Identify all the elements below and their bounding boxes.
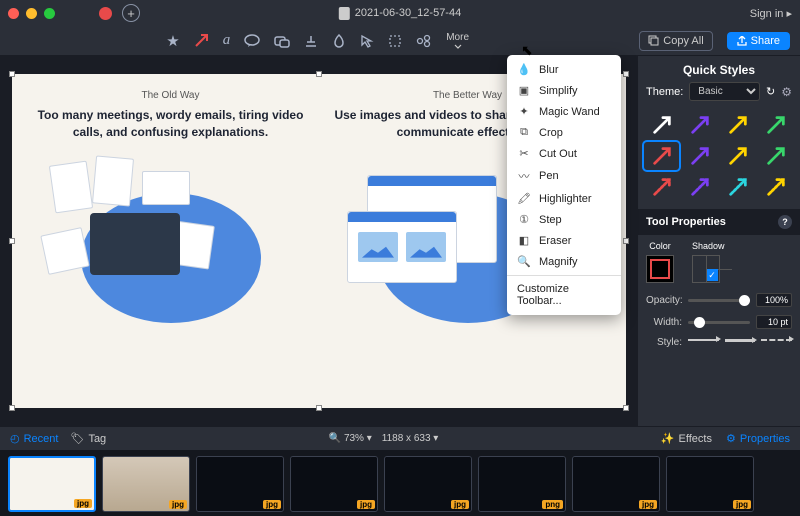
quick-style-swatch[interactable] (644, 111, 679, 139)
resize-handle[interactable] (316, 405, 322, 411)
arrow-tool-icon[interactable] (194, 33, 209, 48)
dropdown-item-pen[interactable]: 〰Pen (507, 164, 621, 188)
dropdown-item-magic-wand[interactable]: ✦Magic Wand (507, 101, 621, 122)
share-tool-icon[interactable] (416, 34, 432, 48)
quick-style-swatch[interactable] (721, 142, 756, 170)
tray-thumbnail[interactable]: jpg (384, 456, 472, 512)
shadow-label: Shadow (692, 241, 725, 251)
stamp-tool-icon[interactable] (304, 34, 318, 48)
signin-link[interactable]: Sign in ▸ (750, 7, 792, 20)
quick-styles-heading: Quick Styles (638, 56, 800, 82)
width-value[interactable]: 10 pt (756, 315, 792, 329)
dropdown-item-simplify[interactable]: ▣Simplify (507, 80, 621, 101)
quick-style-swatch[interactable] (644, 142, 679, 170)
tray-thumbnail[interactable]: jpg (102, 456, 190, 512)
traffic-lights (8, 8, 55, 19)
share-button[interactable]: Share (727, 32, 790, 50)
menu-icon[interactable] (67, 12, 83, 15)
tray-thumbnail[interactable]: jpg (8, 456, 96, 512)
tray-thumbnail[interactable]: png (478, 456, 566, 512)
move-tool-icon[interactable] (360, 34, 374, 48)
recent-tab[interactable]: ◴ Recent (10, 432, 58, 445)
opacity-slider[interactable] (688, 299, 750, 302)
properties-tab[interactable]: ⚙ Properties (726, 432, 790, 445)
maximize-window[interactable] (44, 8, 55, 19)
share-icon (737, 36, 747, 46)
toolbar: ★ a More Copy All Share (0, 26, 800, 56)
record-controls: + (99, 4, 140, 22)
quick-style-swatch[interactable] (759, 111, 794, 139)
resize-handle[interactable] (623, 405, 629, 411)
thumbnail-tray: jpgjpgjpgjpgjpgpngjpgjpg (0, 450, 800, 516)
more-tools-dropdown-button[interactable]: More (446, 32, 469, 49)
close-window[interactable] (8, 8, 19, 19)
tag-tab[interactable]: 🏷 Tag (70, 432, 106, 445)
text-tool-icon[interactable]: a (223, 32, 231, 49)
minimize-window[interactable] (26, 8, 37, 19)
quick-style-swatch[interactable] (721, 111, 756, 139)
resize-handle[interactable] (623, 71, 629, 77)
record-button[interactable] (99, 7, 112, 20)
width-label: Width: (646, 317, 682, 328)
effects-tab[interactable]: ✨ Effects (661, 432, 712, 445)
color-label: Color (649, 241, 671, 251)
style-solid-thick[interactable] (725, 339, 756, 347)
quick-style-swatch[interactable] (721, 173, 756, 201)
new-capture-button[interactable]: + (122, 4, 140, 22)
quick-style-swatch[interactable] (759, 173, 794, 201)
copy-icon (648, 35, 659, 46)
dropdown-customize-toolbar[interactable]: Customize Toolbar... (507, 279, 621, 311)
tool-properties-heading: Tool Properties (646, 216, 726, 228)
canvas-left-column: The Old Way Too many meetings, wordy ema… (22, 90, 319, 392)
dimensions-readout[interactable]: 1188 x 633 ▾ (382, 433, 439, 444)
resize-handle[interactable] (9, 238, 15, 244)
favorite-tool-icon[interactable]: ★ (166, 32, 179, 50)
opacity-label: Opacity: (646, 295, 682, 306)
style-dashed[interactable] (761, 339, 792, 347)
quick-style-swatch[interactable] (682, 173, 717, 201)
width-slider[interactable] (688, 321, 750, 324)
more-tools-dropdown: 💧Blur▣Simplify✦Magic Wand⧉Crop✂Cut Out〰P… (507, 55, 621, 315)
copy-all-button[interactable]: Copy All (639, 31, 712, 51)
theme-settings-icon[interactable]: ⚙ (781, 85, 792, 99)
zoom-control[interactable]: 🔍 73% ▾ (329, 433, 372, 444)
dropdown-item-crop[interactable]: ⧉Crop (507, 122, 621, 143)
style-solid[interactable] (688, 339, 719, 347)
titlebar: + 2021-06-30_12-57-44 Sign in ▸ (0, 0, 800, 26)
resize-handle[interactable] (9, 71, 15, 77)
resize-handle[interactable] (623, 238, 629, 244)
quick-styles-swatches (638, 107, 800, 209)
dropdown-item-blur[interactable]: 💧Blur (507, 59, 621, 80)
side-panel: Quick Styles Theme: Basic ↻ ⚙ Tool Prope… (638, 56, 800, 426)
statusbar: ◴ Recent 🏷 Tag 🔍 73% ▾ 1188 x 633 ▾ ✨ Ef… (0, 426, 800, 450)
callout-tool-icon[interactable] (244, 34, 260, 48)
resize-handle[interactable] (316, 71, 322, 77)
quick-style-swatch[interactable] (759, 142, 794, 170)
resize-handle[interactable] (9, 405, 15, 411)
opacity-value[interactable]: 100% (756, 293, 792, 307)
dropdown-item-step[interactable]: ①Step (507, 209, 621, 230)
tray-thumbnail[interactable]: jpg (196, 456, 284, 512)
theme-label: Theme: (646, 86, 683, 98)
quick-style-swatch[interactable] (682, 142, 717, 170)
quick-style-swatch[interactable] (644, 173, 679, 201)
dropdown-item-cut-out[interactable]: ✂Cut Out (507, 143, 621, 164)
tray-thumbnail[interactable]: jpg (666, 456, 754, 512)
tray-thumbnail[interactable]: jpg (572, 456, 660, 512)
help-icon[interactable]: ? (778, 215, 792, 229)
shape-tool-icon[interactable] (274, 34, 290, 48)
dropdown-item-highlighter[interactable]: 🖍Highlighter (507, 188, 621, 209)
dropdown-item-magnify[interactable]: 🔍Magnify (507, 251, 621, 272)
theme-select[interactable]: Basic (689, 82, 760, 101)
shadow-picker[interactable]: ✓ (692, 255, 720, 283)
dropdown-item-eraser[interactable]: ◧Eraser (507, 230, 621, 251)
style-label: Style: (646, 337, 682, 348)
fill-tool-icon[interactable] (332, 34, 346, 48)
document-title: 2021-06-30_12-57-44 (339, 7, 461, 20)
quick-style-swatch[interactable] (682, 111, 717, 139)
tray-thumbnail[interactable]: jpg (290, 456, 378, 512)
selection-tool-icon[interactable] (388, 34, 402, 48)
theme-refresh-icon[interactable]: ↻ (766, 85, 775, 98)
color-picker[interactable] (646, 255, 674, 283)
